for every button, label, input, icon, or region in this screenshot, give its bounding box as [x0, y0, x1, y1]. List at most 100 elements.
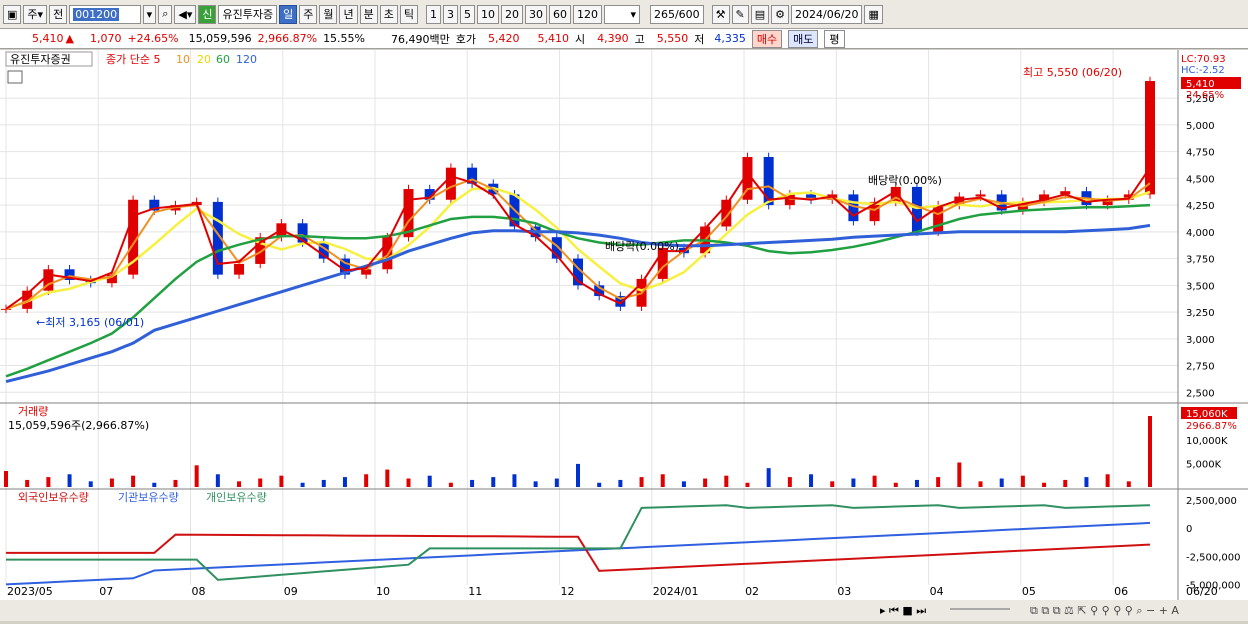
- gear-icon[interactable]: ⚙: [771, 4, 790, 24]
- sell-button[interactable]: 매도: [788, 29, 819, 48]
- vol-tag: 15,060K: [1186, 409, 1228, 420]
- volume-bar: [978, 481, 983, 487]
- x-tick-label: 10: [376, 585, 390, 598]
- x-tick-label: 12: [561, 585, 575, 598]
- calendar-icon[interactable]: ▦: [864, 4, 883, 24]
- volume-bar: [703, 478, 708, 487]
- mode-select[interactable]: 전: [49, 4, 68, 24]
- interval-3[interactable]: 3: [442, 4, 458, 24]
- open-price: 4,390: [597, 32, 629, 45]
- volume-bar: [385, 469, 390, 487]
- y-tick-label: 4,750: [1186, 148, 1215, 159]
- volume-bar: [152, 482, 157, 487]
- volume-title: 거래량: [18, 405, 48, 418]
- volume-bar: [1126, 481, 1131, 487]
- candle-body: [911, 186, 922, 232]
- volume-bar: [406, 478, 411, 487]
- volume-bar: [491, 477, 496, 487]
- interval-10[interactable]: 10: [476, 4, 499, 24]
- date-input[interactable]: 2024/06/20: [791, 4, 863, 24]
- tool-icons[interactable]: ⧉ ⧉ ⧉ ⚖ ⇱ ⚲ ⚲ ⚲ ⚲ ⌕ − + A: [1030, 604, 1179, 617]
- low-price: 4,335: [714, 32, 746, 45]
- x-tick-label: 05: [1022, 585, 1036, 598]
- hold-tick-label: 0: [1186, 524, 1192, 535]
- legend-ma10: 10: [176, 53, 190, 66]
- amount: 76,490백만: [391, 32, 450, 46]
- volume-bar: [576, 463, 580, 487]
- volume-bar: [830, 481, 835, 487]
- volume: 15,059,596: [188, 32, 252, 45]
- interval-20[interactable]: 20: [500, 4, 523, 24]
- volume-bar: [194, 465, 199, 487]
- interval-1[interactable]: 1: [425, 4, 441, 24]
- toolbar: ▣ 주 ▾ 전 001200 ▾ ⌕ ◀▾ 신 유진투자증 일 주 월 년 분 초…: [0, 0, 1248, 29]
- candle-body: [1, 308, 11, 310]
- search-icon[interactable]: ⌕: [158, 4, 173, 24]
- interval-120[interactable]: 120: [572, 4, 602, 24]
- chart-area[interactable]: 5,250 5,000 4,750 4,500 4,250 4,000 3,750 3,500…: [0, 50, 1248, 621]
- interval-60[interactable]: 60: [548, 4, 571, 24]
- draw-icon[interactable]: ✎: [731, 4, 749, 24]
- vol-tick-label: 10,000K: [1186, 436, 1228, 447]
- volume-bar: [512, 474, 517, 487]
- interval-dropdown[interactable]: ▾: [603, 4, 640, 24]
- lc-label: LC:70.93: [1181, 54, 1226, 65]
- volume-bar: [321, 479, 326, 487]
- volume-bar: [215, 474, 220, 487]
- candle-body: [445, 167, 456, 200]
- volume-bar: [342, 477, 347, 487]
- pct-tag: 24.65%: [1186, 90, 1224, 101]
- volume-bar: [957, 462, 962, 487]
- code-input[interactable]: 001200: [69, 4, 141, 24]
- window-icon[interactable]: ▣: [3, 4, 22, 24]
- new-badge[interactable]: 신: [198, 4, 217, 24]
- volume-bar: [745, 482, 750, 487]
- volume-bar: [46, 477, 51, 487]
- eval-button[interactable]: 평: [824, 29, 845, 48]
- scroll-controls-icon[interactable]: ▸ ⏮ ■ ⏭: [880, 604, 926, 617]
- volume-bar: [237, 481, 242, 487]
- volume-bar: [533, 481, 538, 487]
- calculator-icon[interactable]: [7, 70, 23, 84]
- x-tick-label: 03: [837, 585, 851, 598]
- holding-lines: 2,500,0000-2,500,000-5,000,000: [5, 496, 1241, 591]
- volume-bar: [914, 479, 919, 487]
- hoga-bid: 5,410: [537, 32, 570, 45]
- tab-day[interactable]: 일: [279, 4, 298, 24]
- change-pct: +24.65%: [127, 32, 179, 45]
- tab-year[interactable]: 년: [339, 4, 358, 24]
- volume-bar: [597, 482, 602, 487]
- volume-bar: [279, 475, 284, 487]
- volume-bars: 10,000K 5,000K: [4, 416, 1228, 487]
- interval-5[interactable]: 5: [459, 4, 475, 24]
- volume-bar: [1105, 474, 1110, 487]
- tab-tick[interactable]: 틱: [399, 4, 418, 24]
- tab-week[interactable]: 주: [299, 4, 318, 24]
- y-tick-label: 3,750: [1186, 255, 1215, 266]
- chart-type-icon[interactable]: ⚒: [711, 4, 730, 24]
- market-select[interactable]: 주 ▾: [23, 4, 48, 24]
- sound-icon[interactable]: ◀▾: [174, 4, 197, 24]
- save-icon[interactable]: ▤: [750, 4, 770, 24]
- y-tick-label: 4,000: [1186, 228, 1215, 239]
- date-axis: 2023/05 07 08 09 10 11 12 2024/01 02 03 04 05 06: [7, 585, 1128, 598]
- x-tick-label: 09: [284, 585, 298, 598]
- x-tick-label: 08: [192, 585, 206, 598]
- buy-button[interactable]: 매수: [751, 29, 783, 48]
- price-tag: 5,410: [1186, 79, 1215, 90]
- volume-bar: [851, 478, 856, 487]
- change: 1,070: [89, 32, 122, 45]
- current-price: 5,410: [32, 32, 64, 45]
- volume-bar: [67, 474, 72, 487]
- tab-minute[interactable]: 분: [359, 4, 378, 24]
- y-tick-label: 4,500: [1186, 174, 1215, 185]
- code-dropdown-icon[interactable]: ▾: [142, 4, 157, 24]
- dividend-note-2: 배당락(0.00%): [605, 240, 679, 253]
- x-tick-label: 02: [745, 585, 759, 598]
- count-input[interactable]: 265/600: [649, 4, 704, 24]
- legend-name: 유진투자증권: [10, 53, 71, 66]
- tab-second[interactable]: 초: [379, 4, 398, 24]
- vol-tick-label: 5,000K: [1186, 459, 1222, 470]
- tab-month[interactable]: 월: [319, 4, 338, 24]
- interval-30[interactable]: 30: [524, 4, 547, 24]
